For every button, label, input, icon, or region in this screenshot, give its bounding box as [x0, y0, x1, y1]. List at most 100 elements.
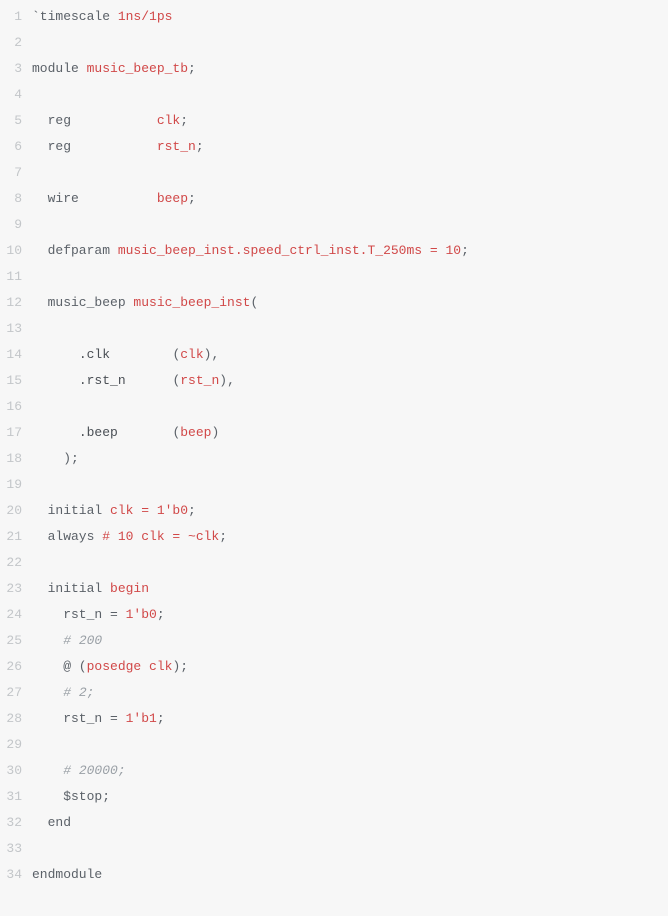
- token: .rst_n: [79, 373, 173, 388]
- code-line: 24 rst_n = 1'b0;: [0, 602, 668, 628]
- code-content: rst_n = 1'b0;: [32, 602, 165, 628]
- line-number: 21: [0, 524, 32, 550]
- token: posedge clk: [87, 659, 173, 674]
- code-line: 20 initial clk = 1'b0;: [0, 498, 668, 524]
- line-number: 2: [0, 30, 32, 56]
- code-line: 23 initial begin: [0, 576, 668, 602]
- code-content: );: [32, 446, 79, 472]
- token: $stop;: [32, 789, 110, 804]
- code-content: music_beep music_beep_inst(: [32, 290, 258, 316]
- code-line: 8 wire beep;: [0, 186, 668, 212]
- token: `timescale: [32, 9, 118, 24]
- code-line: 31 $stop;: [0, 784, 668, 810]
- line-number: 5: [0, 108, 32, 134]
- line-number: 3: [0, 56, 32, 82]
- token: 1ns/1ps: [118, 9, 173, 24]
- line-number: 30: [0, 758, 32, 784]
- token: );: [32, 451, 79, 466]
- token: ;: [188, 61, 196, 76]
- token: ;: [188, 191, 196, 206]
- code-line: 7: [0, 160, 668, 186]
- token: [32, 425, 79, 440]
- code-line: 4: [0, 82, 668, 108]
- code-content: reg rst_n;: [32, 134, 204, 160]
- code-content: initial clk = 1'b0;: [32, 498, 196, 524]
- code-content: `timescale 1ns/1ps: [32, 4, 172, 30]
- line-number: 27: [0, 680, 32, 706]
- token: music_beep_inst.speed_ctrl_inst.T_250ms …: [118, 243, 461, 258]
- token: );: [172, 659, 188, 674]
- token: ;: [180, 113, 188, 128]
- token: initial: [32, 581, 110, 596]
- token: .beep: [79, 425, 173, 440]
- line-number: 13: [0, 316, 32, 342]
- line-number: 28: [0, 706, 32, 732]
- token: ),: [219, 373, 235, 388]
- code-line: 15 .rst_n (rst_n),: [0, 368, 668, 394]
- token: rst_n =: [32, 607, 126, 622]
- code-content: end: [32, 810, 71, 836]
- token: .clk: [79, 347, 173, 362]
- token: end: [32, 815, 71, 830]
- line-number: 25: [0, 628, 32, 654]
- token: ),: [204, 347, 220, 362]
- line-number: 31: [0, 784, 32, 810]
- code-content: .beep (beep): [32, 420, 219, 446]
- line-number: 14: [0, 342, 32, 368]
- token: music_beep_tb: [87, 61, 188, 76]
- code-line: 13: [0, 316, 668, 342]
- code-line: 27 # 2;: [0, 680, 668, 706]
- code-line: 30 # 20000;: [0, 758, 668, 784]
- code-line: 9: [0, 212, 668, 238]
- token: @ (: [32, 659, 87, 674]
- code-line: 29: [0, 732, 668, 758]
- line-number: 23: [0, 576, 32, 602]
- token: # 200: [63, 633, 102, 648]
- token: ;: [461, 243, 469, 258]
- code-content: # 200: [32, 628, 102, 654]
- code-line: 6 reg rst_n;: [0, 134, 668, 160]
- token: (: [250, 295, 258, 310]
- token: clk: [157, 113, 180, 128]
- token: ;: [219, 529, 227, 544]
- code-content: always # 10 clk = ~clk;: [32, 524, 227, 550]
- token: begin: [110, 581, 149, 596]
- token: [32, 347, 79, 362]
- token: ;: [157, 607, 165, 622]
- code-line: 10 defparam music_beep_inst.speed_ctrl_i…: [0, 238, 668, 264]
- token: clk = 1'b0: [110, 503, 188, 518]
- token: ;: [188, 503, 196, 518]
- line-number: 9: [0, 212, 32, 238]
- token: ;: [157, 711, 165, 726]
- token: # 2;: [63, 685, 94, 700]
- token: endmodule: [32, 867, 102, 882]
- line-number: 10: [0, 238, 32, 264]
- line-number: 24: [0, 602, 32, 628]
- token: reg: [32, 139, 157, 154]
- line-number: 29: [0, 732, 32, 758]
- code-content: .clk (clk),: [32, 342, 219, 368]
- line-number: 34: [0, 862, 32, 888]
- line-number: 26: [0, 654, 32, 680]
- code-content: endmodule: [32, 862, 102, 888]
- code-line: 5 reg clk;: [0, 108, 668, 134]
- code-line: 34endmodule: [0, 862, 668, 888]
- code-line: 11: [0, 264, 668, 290]
- token: initial: [32, 503, 110, 518]
- code-line: 22: [0, 550, 668, 576]
- token: music_beep_inst: [133, 295, 250, 310]
- code-line: 12 music_beep music_beep_inst(: [0, 290, 668, 316]
- token: [32, 633, 63, 648]
- token: music_beep: [32, 295, 133, 310]
- token: defparam: [32, 243, 118, 258]
- code-line: 28 rst_n = 1'b1;: [0, 706, 668, 732]
- line-number: 17: [0, 420, 32, 446]
- code-content: initial begin: [32, 576, 149, 602]
- code-line: 17 .beep (beep): [0, 420, 668, 446]
- line-number: 16: [0, 394, 32, 420]
- line-number: 11: [0, 264, 32, 290]
- token: module: [32, 61, 87, 76]
- line-number: 33: [0, 836, 32, 862]
- code-content: defparam music_beep_inst.speed_ctrl_inst…: [32, 238, 469, 264]
- line-number: 7: [0, 160, 32, 186]
